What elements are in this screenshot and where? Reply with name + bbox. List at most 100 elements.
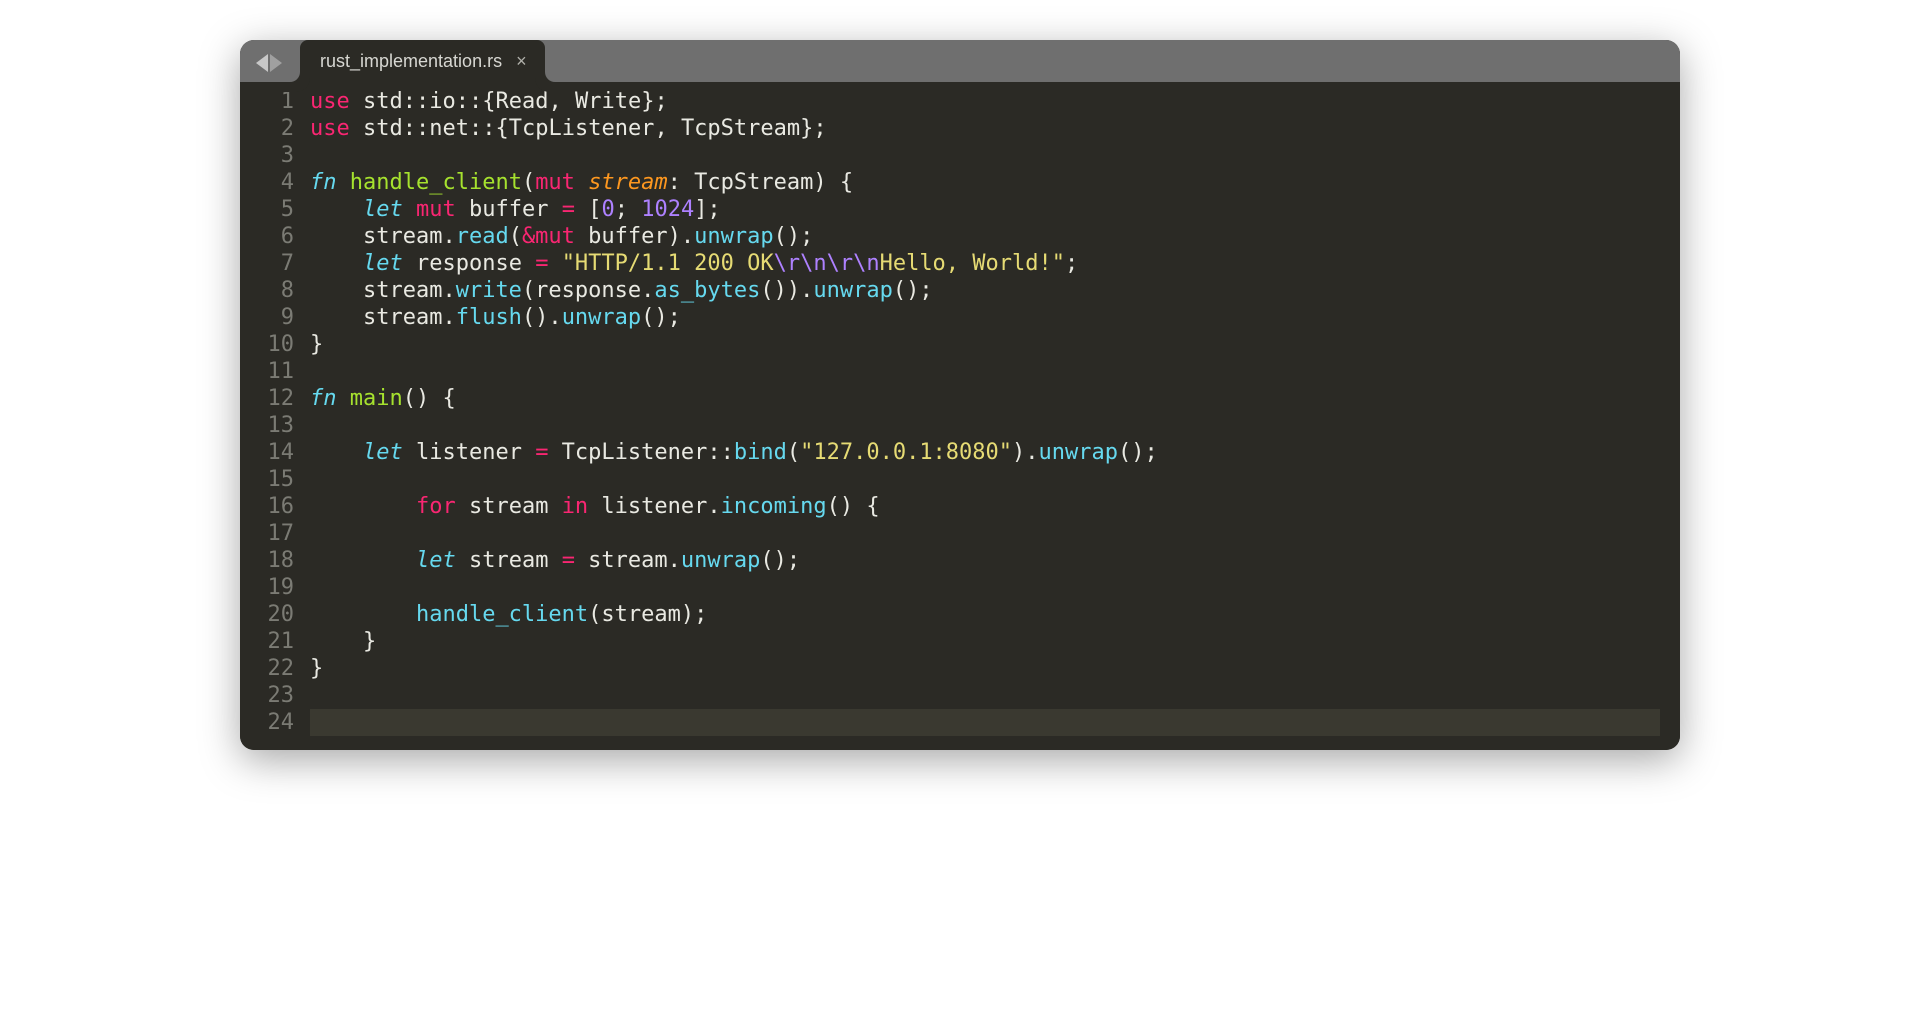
token-pn [403, 197, 416, 222]
prev-tab-icon[interactable] [256, 54, 268, 72]
code-line[interactable] [310, 574, 1660, 601]
token-pn [575, 170, 588, 195]
code-line[interactable] [310, 682, 1660, 709]
line-number: 8 [260, 277, 294, 304]
file-tab-title: rust_implementation.rs [320, 52, 502, 70]
token-pn: TcpStream [681, 116, 800, 141]
token-pn: :: [456, 89, 483, 114]
token-pn: ( [522, 170, 535, 195]
token-ty: write [456, 278, 522, 303]
token-pn: { [482, 89, 495, 114]
line-number: 5 [260, 196, 294, 223]
code-line[interactable]: stream.write(response.as_bytes()).unwrap… [310, 277, 1660, 304]
token-pn: ; [615, 197, 642, 222]
token-ty: unwrap [813, 278, 892, 303]
token-pn [310, 440, 363, 465]
line-number: 16 [260, 493, 294, 520]
code-line[interactable]: fn main() { [310, 385, 1660, 412]
token-pn: , [548, 89, 575, 114]
title-bar: rust_implementation.rs × [240, 40, 1680, 82]
token-pn: :: [403, 89, 430, 114]
code-line[interactable] [310, 709, 1660, 736]
code-line[interactable] [310, 520, 1660, 547]
code-line[interactable]: stream.flush().unwrap(); [310, 304, 1660, 331]
line-number: 7 [260, 250, 294, 277]
token-pn [548, 251, 561, 276]
code-line[interactable]: let response = "HTTP/1.1 200 OK\r\n\r\nH… [310, 250, 1660, 277]
token-pn: TcpStream [694, 170, 813, 195]
code-line[interactable]: handle_client(stream); [310, 601, 1660, 628]
code-editor[interactable]: 123456789101112131415161718192021222324 … [240, 82, 1680, 750]
line-number: 14 [260, 439, 294, 466]
token-str: "127.0.0.1:8080" [800, 440, 1012, 465]
line-number: 18 [260, 547, 294, 574]
code-line[interactable] [310, 142, 1660, 169]
code-line[interactable]: } [310, 331, 1660, 358]
token-pn: }; [641, 89, 668, 114]
token-fnkw: fn [310, 170, 337, 195]
code-area[interactable]: use std::io::{Read, Write};use std::net:… [310, 88, 1680, 736]
token-kw: for [416, 494, 456, 519]
token-pn: [ [575, 197, 602, 222]
token-pn: listener. [588, 494, 720, 519]
code-line[interactable]: let mut buffer = [0; 1024]; [310, 196, 1660, 223]
next-tab-icon[interactable] [270, 54, 282, 72]
code-line[interactable]: } [310, 655, 1660, 682]
token-pn: stream [456, 494, 562, 519]
line-number: 19 [260, 574, 294, 601]
code-line[interactable]: for stream in listener.incoming() { [310, 493, 1660, 520]
token-fnname: main [350, 386, 403, 411]
token-ty: as_bytes [654, 278, 760, 303]
token-pn: io [429, 89, 456, 114]
token-ty: handle_client [416, 602, 588, 627]
token-fnname: handle_client [350, 170, 522, 195]
code-line[interactable] [310, 358, 1660, 385]
token-pn: (); [760, 548, 800, 573]
token-pn [310, 251, 363, 276]
token-pn: stream. [310, 278, 456, 303]
token-pn: () { [403, 386, 456, 411]
token-ty: flush [456, 305, 522, 330]
token-pn: } [310, 332, 323, 357]
token-pn: ]; [694, 197, 721, 222]
token-esc: \r\n\r\n [774, 251, 880, 276]
token-pn: stream. [310, 305, 456, 330]
code-line[interactable]: let stream = stream.unwrap(); [310, 547, 1660, 574]
code-line[interactable] [310, 412, 1660, 439]
file-tab[interactable]: rust_implementation.rs × [300, 40, 545, 82]
token-pn: ( [787, 440, 800, 465]
token-pn [310, 548, 416, 573]
token-ty: read [456, 224, 509, 249]
token-ty: unwrap [562, 305, 641, 330]
code-line[interactable]: fn handle_client(mut stream: TcpStream) … [310, 169, 1660, 196]
token-fnkw: fn [310, 386, 337, 411]
token-pn: listener [403, 440, 535, 465]
token-let: let [416, 548, 456, 573]
token-let: let [363, 440, 403, 465]
close-icon[interactable]: × [516, 52, 527, 70]
code-line[interactable]: use std::net::{TcpListener, TcpStream}; [310, 115, 1660, 142]
code-line[interactable] [310, 466, 1660, 493]
token-pn: response [403, 251, 535, 276]
token-pn: buffer). [575, 224, 694, 249]
code-line[interactable]: let listener = TcpListener::bind("127.0.… [310, 439, 1660, 466]
line-number: 11 [260, 358, 294, 385]
token-pn: (); [774, 224, 814, 249]
code-line[interactable]: } [310, 628, 1660, 655]
token-num: 1024 [641, 197, 694, 222]
token-ty: unwrap [1039, 440, 1118, 465]
token-pn: ) { [813, 170, 853, 195]
token-pn: Read [495, 89, 548, 114]
token-pn: ; [1065, 251, 1078, 276]
line-number: 22 [260, 655, 294, 682]
line-number: 17 [260, 520, 294, 547]
token-kw: = [562, 548, 575, 573]
code-line[interactable]: stream.read(&mut buffer).unwrap(); [310, 223, 1660, 250]
line-number: 6 [260, 223, 294, 250]
token-pn: net [429, 116, 469, 141]
token-str: "HTTP/1.1 200 OK [562, 251, 774, 276]
code-line[interactable]: use std::io::{Read, Write}; [310, 88, 1660, 115]
token-kw: &mut [522, 224, 575, 249]
line-number: 15 [260, 466, 294, 493]
token-pn: } [310, 656, 323, 681]
